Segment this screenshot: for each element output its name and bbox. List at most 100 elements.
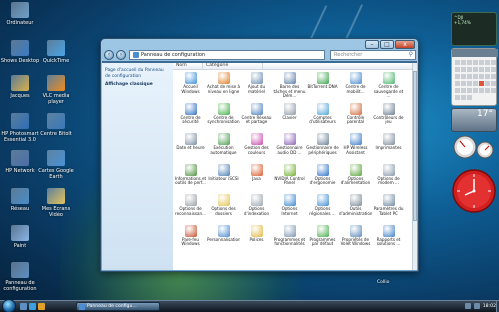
control-panel-window[interactable]: – □ x ‹ › Panneau de configuration Reche… (100, 38, 419, 272)
search-icon[interactable]: ⚲ (409, 51, 413, 59)
desktop-icon[interactable]: HP Photosmart Essential 3.0 (0, 113, 40, 143)
control-panel-icon (133, 52, 139, 58)
control-panel-item[interactable]: Programmes et fonctionnalités (273, 224, 306, 255)
control-panel-item[interactable]: BitTorrent DNA (306, 71, 339, 102)
start-button[interactable] (2, 299, 16, 312)
desktop-icon[interactable]: Centre Bitolt (36, 113, 76, 137)
desktop-icon[interactable]: Cartes Google Earth (36, 150, 76, 180)
control-panel-item[interactable]: Centre de sauvegarde et ... (372, 71, 405, 102)
tray-clock[interactable]: 18:02 (483, 304, 496, 309)
control-panel-item-icon (316, 163, 329, 176)
control-panel-item-label: Informations et outils de perf... (174, 175, 207, 186)
control-panel-item[interactable]: Contrôleurs de jeu (372, 102, 405, 133)
control-panel-item-label: Options régionales ... (309, 206, 336, 216)
application-icon (11, 225, 29, 241)
weather-gadget[interactable]: 17° (451, 108, 497, 132)
control-panel-item[interactable]: Outils d'administration (339, 193, 372, 224)
media-player-icon[interactable] (38, 303, 45, 310)
control-panel-item[interactable]: Ajout du matériel (240, 71, 273, 102)
desktop-icon[interactable]: Mes Ecrans Vidéo (36, 188, 76, 218)
desktop-icon[interactable]: Ordinateur (0, 2, 40, 26)
control-panel-item[interactable]: Polices (240, 224, 273, 255)
control-panel-item[interactable]: Contrôle parental (339, 102, 372, 133)
close-button[interactable]: x (395, 40, 415, 49)
control-panel-item[interactable]: Gestionnaire audio DD ... (273, 132, 306, 163)
control-panel-item[interactable]: Options Internet (273, 193, 306, 224)
forward-arrow-icon[interactable]: › (116, 50, 126, 60)
control-panel-item[interactable]: Paramètres du Tablet PC (372, 193, 405, 224)
control-panel-item[interactable]: Options des dossiers (207, 193, 240, 224)
control-panel-item-icon (217, 133, 230, 145)
control-panel-item-label: Achat de mise à niveau en ligne (207, 84, 240, 94)
back-arrow-icon[interactable]: ‹ (104, 50, 114, 60)
control-panel-item[interactable]: Programmes par défaut (306, 224, 339, 255)
control-panel-item[interactable]: Propriétés de Volet Windows (339, 224, 372, 255)
control-panel-item[interactable]: Centre de mobilit... (339, 71, 372, 102)
calendar-gadget[interactable] (451, 48, 498, 106)
control-panel-item[interactable]: Personnalisation (207, 224, 240, 255)
clock-gadget[interactable] (451, 168, 497, 214)
control-panel-item-label: Programmes et fonctionnalités (273, 236, 306, 247)
control-panel-item[interactable]: Options d'alimentation (339, 163, 372, 194)
control-panel-item[interactable]: Date et heure (174, 132, 207, 163)
control-panel-item[interactable]: Options d'indexation (240, 193, 273, 224)
control-panel-item[interactable]: Comptes d'utilisateurs (306, 102, 339, 133)
control-panel-item-label: Personnalisation (207, 236, 240, 242)
address-bar[interactable]: Panneau de configuration (129, 50, 325, 60)
address-text: Panneau de configuration (141, 52, 206, 58)
control-panel-item[interactable]: Exécution automatique (207, 132, 240, 163)
scrollbar-thumb[interactable] (413, 71, 417, 221)
control-panel-item[interactable]: Options d'ergonomie (306, 163, 339, 194)
column-category[interactable]: Catégorie (203, 63, 263, 69)
desktop-icon[interactable]: Paint (0, 225, 40, 249)
control-panel-item[interactable]: Barre des tâches et menu Dém... (273, 71, 306, 102)
control-panel-item[interactable]: Informations et outils de perf... (174, 163, 207, 194)
window-titlebar[interactable]: – □ x ‹ › Panneau de configuration Reche… (101, 39, 418, 60)
control-panel-item[interactable]: Clavier (273, 102, 306, 133)
classic-view-link[interactable]: Affichage classique (105, 82, 170, 88)
taskbar-window-button[interactable]: Panneau de configu... (76, 302, 160, 311)
search-input[interactable]: Rechercher ⚲ (330, 50, 416, 60)
column-name[interactable]: Nom (173, 63, 203, 69)
desktop-icon[interactable]: Réseau (0, 188, 40, 212)
volume-icon[interactable] (473, 303, 480, 309)
show-desktop-icon[interactable] (20, 303, 27, 310)
control-panel-item-label: Options de reconnaissan... (175, 206, 206, 216)
control-panel-item-label: Barre des tâches et menu Dém... (273, 84, 306, 99)
control-panel-home-link[interactable]: Page d'accueil du Panneau de configurati… (105, 68, 170, 79)
control-panel-item[interactable]: Pare-feu Windows (174, 224, 207, 255)
desktop-icon[interactable]: HP Network (0, 150, 40, 174)
control-panel-item[interactable]: Accueil Windows (174, 71, 207, 102)
desktop-icon[interactable]: Jacques (0, 75, 40, 99)
control-panel-item[interactable]: Centre de synchronisation (207, 102, 240, 133)
network-icon[interactable] (464, 303, 471, 309)
control-panel-item[interactable]: Gestion des couleurs (240, 132, 273, 163)
control-panel-item[interactable]: Options de reconnaissan... (174, 193, 207, 224)
control-panel-item[interactable]: Achat de mise à niveau en ligne (207, 71, 240, 102)
minimize-button[interactable]: – (365, 40, 379, 49)
control-panel-item[interactable]: Java (240, 163, 273, 194)
control-panel-item[interactable]: Gestionnaire de périphériques (306, 132, 339, 163)
desktop-icon-label: VLC media player (42, 93, 70, 105)
control-panel-item[interactable]: Options de modem ... (372, 163, 405, 194)
cpu-meter-gadget[interactable] (451, 134, 497, 160)
control-panel-item[interactable]: NVIDIA Control Panel (273, 163, 306, 194)
control-panel-item[interactable]: Imprimantes (372, 132, 405, 163)
control-panel-item-label: Centre de sauvegarde et ... (373, 84, 404, 99)
maximize-button[interactable]: □ (380, 40, 394, 49)
stocks-gadget[interactable]: ^DJI +1,74% (451, 12, 497, 46)
control-panel-item[interactable]: HP Wireless Assistant (339, 132, 372, 163)
control-panel-item[interactable]: Rapports et solutions ... (372, 224, 405, 255)
desktop-icon[interactable]: Shows Desktop (0, 40, 40, 64)
control-panel-item[interactable]: Centre Réseau et partage (240, 102, 273, 133)
control-panel-item[interactable]: Options régionales ... (306, 193, 339, 224)
control-panel-item[interactable]: Initiateur iSCSI (207, 163, 240, 194)
vertical-scrollbar[interactable] (412, 63, 417, 270)
desktop-icon[interactable]: QuickTime (36, 40, 76, 64)
internet-explorer-icon[interactable] (29, 303, 36, 310)
desktop-icon[interactable]: VLC media player (36, 75, 76, 105)
control-panel-item[interactable]: Centre de sécurité (174, 102, 207, 133)
desktop-icon[interactable]: Panneau de configuration (0, 262, 40, 292)
control-panel-item-icon (184, 224, 197, 237)
control-panel-item-label: Paramètres du Tablet PC (373, 206, 404, 216)
